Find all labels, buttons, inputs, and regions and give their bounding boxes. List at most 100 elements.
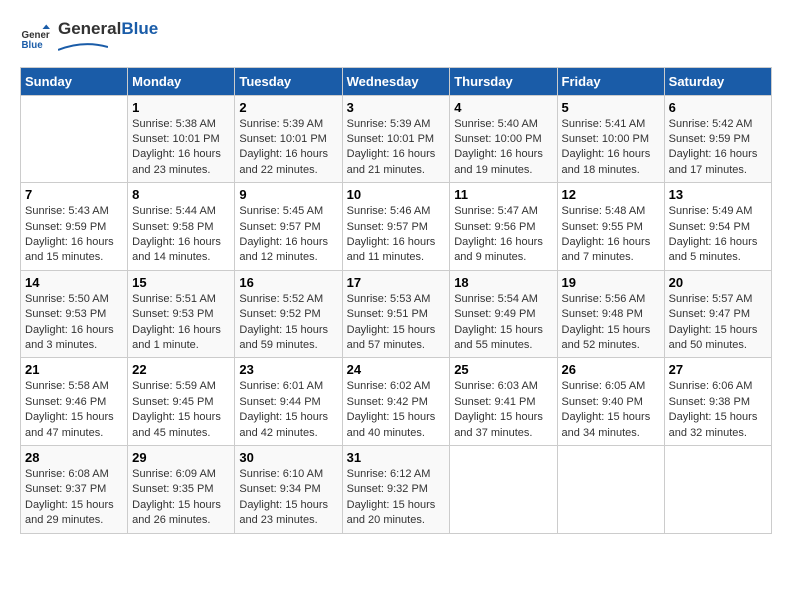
calendar-week-row: 14Sunrise: 5:50 AM Sunset: 9:53 PM Dayli… [21, 270, 772, 358]
column-header-monday: Monday [128, 67, 235, 95]
day-info: Sunrise: 5:49 AM Sunset: 9:54 PM Dayligh… [669, 204, 767, 266]
calendar-cell: 15 Sunrise: 5:51 AM Sunset: 9:53 PM Dayli… [128, 270, 235, 358]
day-info: Sunrise: 5:51 AM Sunset: 9:53 PM Dayligh… [132, 292, 230, 354]
column-header-friday: Friday [557, 67, 664, 95]
calendar-cell: 10 Sunrise: 5:46 AM Sunset: 9:57 PM Dayli… [342, 183, 450, 271]
day-number: 15 [132, 275, 230, 290]
calendar-cell: 17 Sunrise: 5:53 AM Sunset: 9:51 PM Dayli… [342, 270, 450, 358]
day-number: 24 [347, 362, 446, 377]
logo-icon: General Blue [20, 23, 50, 53]
calendar-cell: 31 Sunrise: 6:12 AM Sunset: 9:32 PM Dayli… [342, 445, 450, 533]
calendar-cell: 27Sunrise: 6:06 AM Sunset: 9:38 PM Dayli… [664, 358, 771, 446]
day-info: Sunrise: 6:09 AM Sunset: 9:35 PM Dayligh… [132, 467, 230, 529]
day-number: 16 [239, 275, 337, 290]
day-info: Sunrise: 5:46 AM Sunset: 9:57 PM Dayligh… [347, 204, 446, 266]
logo-swoosh [58, 42, 108, 52]
day-info: Sunrise: 6:08 AM Sunset: 9:37 PM Dayligh… [25, 467, 123, 529]
calendar-cell: 5 Sunrise: 5:41 AM Sunset: 10:00 PM Dayli… [557, 95, 664, 183]
day-number: 31 [347, 450, 446, 465]
day-info: Sunrise: 5:59 AM Sunset: 9:45 PM Dayligh… [132, 379, 230, 441]
calendar-cell: 8 Sunrise: 5:44 AM Sunset: 9:58 PM Daylig… [128, 183, 235, 271]
day-number: 2 [239, 100, 337, 115]
calendar-cell: 29 Sunrise: 6:09 AM Sunset: 9:35 PM Dayli… [128, 445, 235, 533]
calendar-cell [450, 445, 557, 533]
calendar-cell: 18 Sunrise: 5:54 AM Sunset: 9:49 PM Dayli… [450, 270, 557, 358]
day-info: Sunrise: 5:38 AM Sunset: 10:01 PM Daylig… [132, 117, 230, 179]
calendar-week-row: 21 Sunrise: 5:58 AM Sunset: 9:46 PM Dayli… [21, 358, 772, 446]
calendar-cell [21, 95, 128, 183]
day-number: 12 [562, 187, 660, 202]
day-number: 17 [347, 275, 446, 290]
day-info: Sunrise: 5:50 AM Sunset: 9:53 PM Dayligh… [25, 292, 123, 354]
calendar-cell: 6 Sunrise: 5:42 AM Sunset: 9:59 PM Daylig… [664, 95, 771, 183]
day-number: 11 [454, 187, 552, 202]
day-number: 26 [562, 362, 660, 377]
day-info: Sunrise: 5:57 AM Sunset: 9:47 PM Dayligh… [669, 292, 767, 354]
column-header-wednesday: Wednesday [342, 67, 450, 95]
day-number: 25 [454, 362, 552, 377]
day-number: 6 [669, 100, 767, 115]
calendar-table: SundayMondayTuesdayWednesdayThursdayFrid… [20, 67, 772, 534]
day-info: Sunrise: 6:03 AM Sunset: 9:41 PM Dayligh… [454, 379, 552, 441]
column-header-tuesday: Tuesday [235, 67, 342, 95]
calendar-week-row: 7 Sunrise: 5:43 AM Sunset: 9:59 PM Daylig… [21, 183, 772, 271]
day-number: 8 [132, 187, 230, 202]
day-number: 1 [132, 100, 230, 115]
calendar-cell: 9 Sunrise: 5:45 AM Sunset: 9:57 PM Daylig… [235, 183, 342, 271]
day-info: Sunrise: 5:41 AM Sunset: 10:00 PM Daylig… [562, 117, 660, 179]
calendar-cell [664, 445, 771, 533]
day-info: Sunrise: 6:10 AM Sunset: 9:34 PM Dayligh… [239, 467, 337, 529]
day-info: Sunrise: 5:54 AM Sunset: 9:49 PM Dayligh… [454, 292, 552, 354]
day-info: Sunrise: 6:05 AM Sunset: 9:40 PM Dayligh… [562, 379, 660, 441]
column-header-sunday: Sunday [21, 67, 128, 95]
day-info: Sunrise: 5:44 AM Sunset: 9:58 PM Dayligh… [132, 204, 230, 266]
day-number: 9 [239, 187, 337, 202]
calendar-cell: 11 Sunrise: 5:47 AM Sunset: 9:56 PM Dayli… [450, 183, 557, 271]
day-number: 29 [132, 450, 230, 465]
calendar-week-row: 1 Sunrise: 5:38 AM Sunset: 10:01 PM Dayli… [21, 95, 772, 183]
calendar-cell: 4 Sunrise: 5:40 AM Sunset: 10:00 PM Dayli… [450, 95, 557, 183]
calendar-cell: 26 Sunrise: 6:05 AM Sunset: 9:40 PM Dayli… [557, 358, 664, 446]
day-info: Sunrise: 6:06 AM Sunset: 9:38 PM Dayligh… [669, 379, 767, 441]
day-number: 3 [347, 100, 446, 115]
day-info: Sunrise: 5:53 AM Sunset: 9:51 PM Dayligh… [347, 292, 446, 354]
day-number: 22 [132, 362, 230, 377]
day-info: Sunrise: 5:42 AM Sunset: 9:59 PM Dayligh… [669, 117, 767, 179]
day-number: 7 [25, 187, 123, 202]
day-number: 30 [239, 450, 337, 465]
day-number: 13 [669, 187, 767, 202]
column-header-saturday: Saturday [664, 67, 771, 95]
calendar-cell: 1 Sunrise: 5:38 AM Sunset: 10:01 PM Dayli… [128, 95, 235, 183]
day-info: Sunrise: 5:45 AM Sunset: 9:57 PM Dayligh… [239, 204, 337, 266]
calendar-cell: 13 Sunrise: 5:49 AM Sunset: 9:54 PM Dayli… [664, 183, 771, 271]
day-number: 18 [454, 275, 552, 290]
day-info: Sunrise: 6:01 AM Sunset: 9:44 PM Dayligh… [239, 379, 337, 441]
day-info: Sunrise: 6:12 AM Sunset: 9:32 PM Dayligh… [347, 467, 446, 529]
day-info: Sunrise: 5:52 AM Sunset: 9:52 PM Dayligh… [239, 292, 337, 354]
day-number: 20 [669, 275, 767, 290]
day-number: 23 [239, 362, 337, 377]
calendar-week-row: 28 Sunrise: 6:08 AM Sunset: 9:37 PM Dayli… [21, 445, 772, 533]
day-info: Sunrise: 5:58 AM Sunset: 9:46 PM Dayligh… [25, 379, 123, 441]
page-header: General Blue GeneralBlue [20, 20, 772, 57]
day-number: 10 [347, 187, 446, 202]
calendar-cell: 30 Sunrise: 6:10 AM Sunset: 9:34 PM Dayli… [235, 445, 342, 533]
calendar-cell: 21 Sunrise: 5:58 AM Sunset: 9:46 PM Dayli… [21, 358, 128, 446]
day-info: Sunrise: 5:47 AM Sunset: 9:56 PM Dayligh… [454, 204, 552, 266]
calendar-cell: 19Sunrise: 5:56 AM Sunset: 9:48 PM Dayli… [557, 270, 664, 358]
calendar-header-row: SundayMondayTuesdayWednesdayThursdayFrid… [21, 67, 772, 95]
day-info: Sunrise: 6:02 AM Sunset: 9:42 PM Dayligh… [347, 379, 446, 441]
day-info: Sunrise: 5:43 AM Sunset: 9:59 PM Dayligh… [25, 204, 123, 266]
day-number: 28 [25, 450, 123, 465]
day-number: 4 [454, 100, 552, 115]
logo-blue: Blue [121, 19, 158, 38]
day-number: 5 [562, 100, 660, 115]
day-info: Sunrise: 5:56 AM Sunset: 9:48 PM Dayligh… [562, 292, 660, 354]
column-header-thursday: Thursday [450, 67, 557, 95]
day-info: Sunrise: 5:40 AM Sunset: 10:00 PM Daylig… [454, 117, 552, 179]
calendar-cell: 7 Sunrise: 5:43 AM Sunset: 9:59 PM Daylig… [21, 183, 128, 271]
calendar-cell: 16 Sunrise: 5:52 AM Sunset: 9:52 PM Dayli… [235, 270, 342, 358]
calendar-cell: 28 Sunrise: 6:08 AM Sunset: 9:37 PM Dayli… [21, 445, 128, 533]
day-number: 21 [25, 362, 123, 377]
calendar-cell: 22 Sunrise: 5:59 AM Sunset: 9:45 PM Dayli… [128, 358, 235, 446]
